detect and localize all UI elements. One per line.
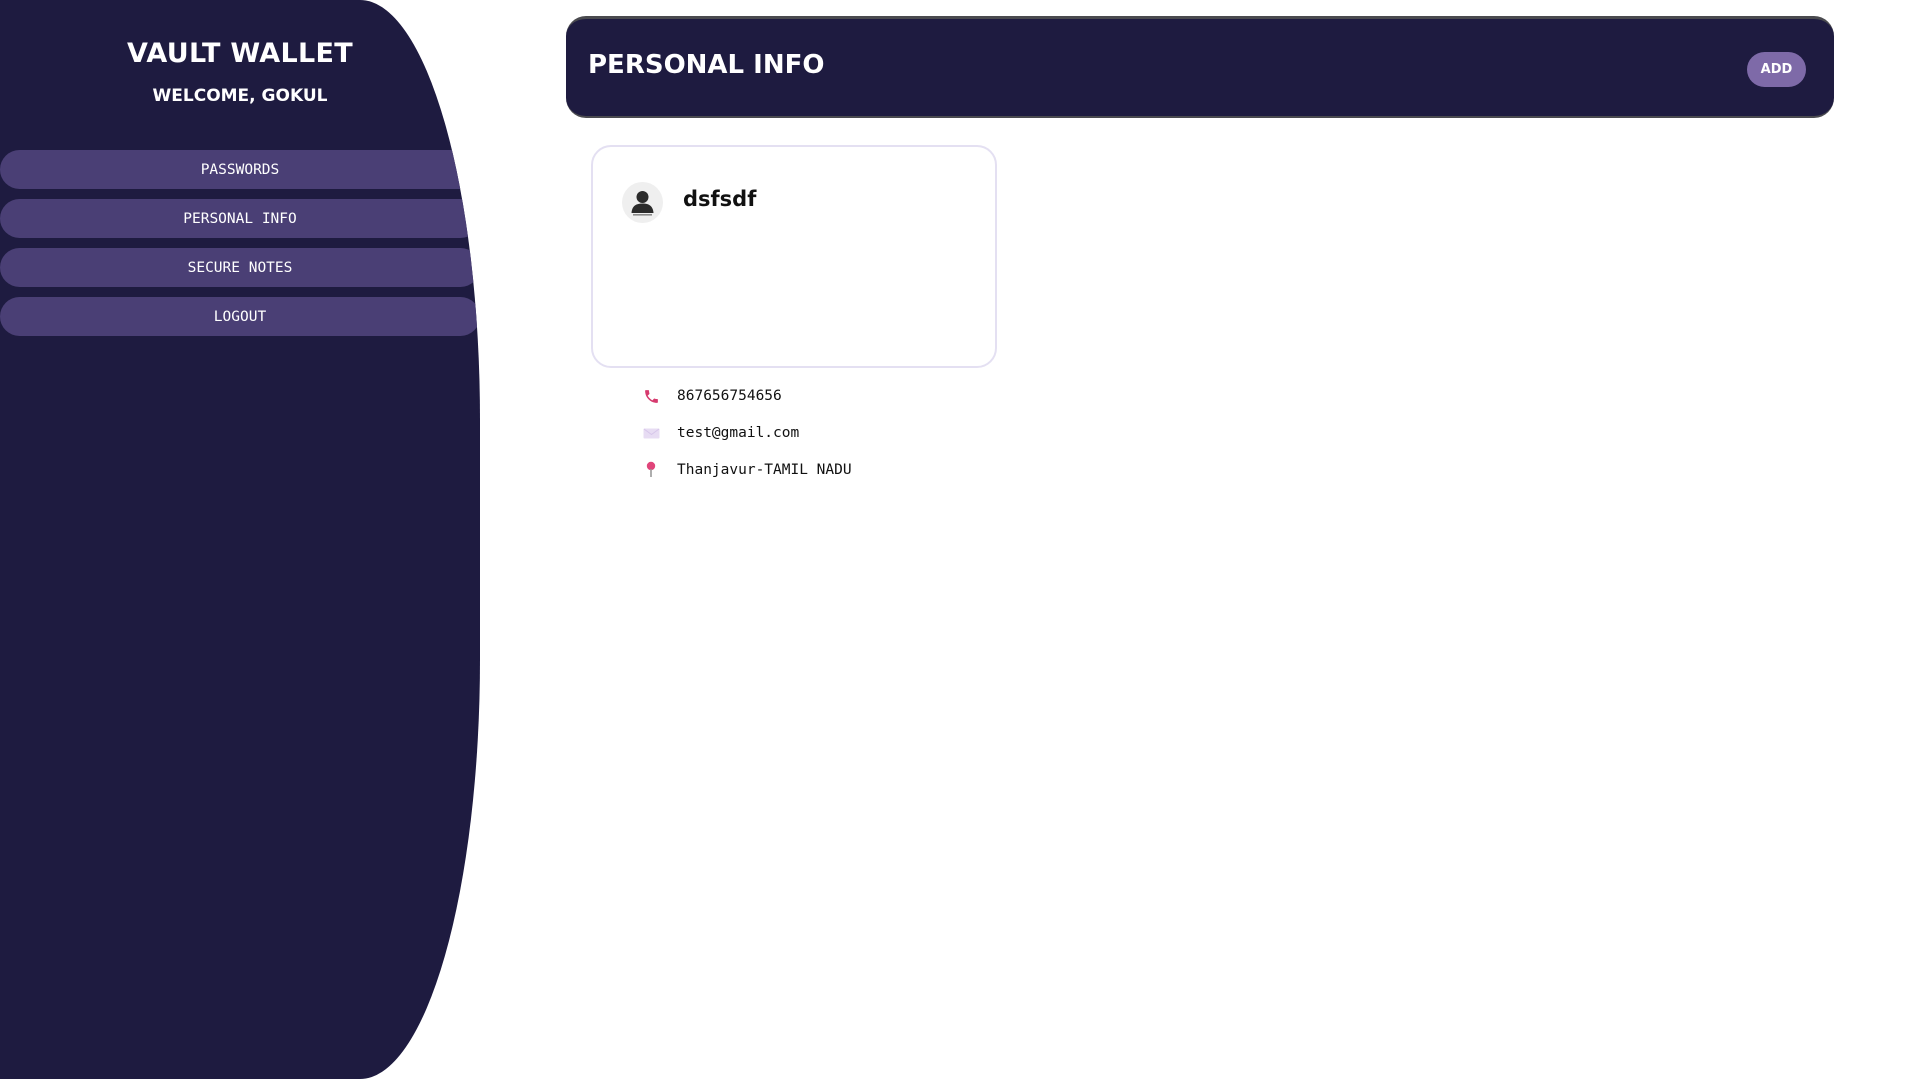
page-header: PERSONAL INFO ADD [566,16,1834,118]
location-pin-icon [642,461,660,479]
page-title: PERSONAL INFO [588,50,825,80]
add-button[interactable]: ADD [1747,52,1806,87]
location-row: Thanjavur-TAMIL NADU [642,459,852,481]
sidebar-item-secure-notes[interactable]: SECURE NOTES [0,248,480,287]
sidebar-item-logout[interactable]: LOGOUT [0,297,480,336]
phone-icon [642,387,660,405]
welcome-message: WELCOME, GOKUL [152,86,328,106]
sidebar-item-passwords[interactable]: PASSWORDS [0,150,480,189]
phone-row: 867656754656 [642,385,782,407]
sidebar: VAULT WALLET WELCOME, GOKUL PASSWORDS PE… [0,0,480,1079]
email-value: test@gmail.com [677,425,800,441]
email-row: test@gmail.com [642,422,799,444]
sidebar-item-label: PERSONAL INFO [183,210,297,227]
sidebar-item-label: PASSWORDS [200,161,280,178]
user-avatar-icon [622,182,663,223]
app-title: VAULT WALLET [127,38,353,69]
sidebar-item-label: SECURE NOTES [187,259,293,276]
card-name: dsfsdf [683,187,757,211]
location-value: Thanjavur-TAMIL NADU [677,462,852,478]
phone-value: 867656754656 [677,388,782,404]
sidebar-item-label: LOGOUT [213,308,267,325]
envelope-icon [642,424,660,442]
sidebar-item-personal-info[interactable]: PERSONAL INFO [0,199,480,238]
personal-info-card[interactable]: dsfsdf 867656754656 test@gmail.com Thanj… [591,145,997,478]
